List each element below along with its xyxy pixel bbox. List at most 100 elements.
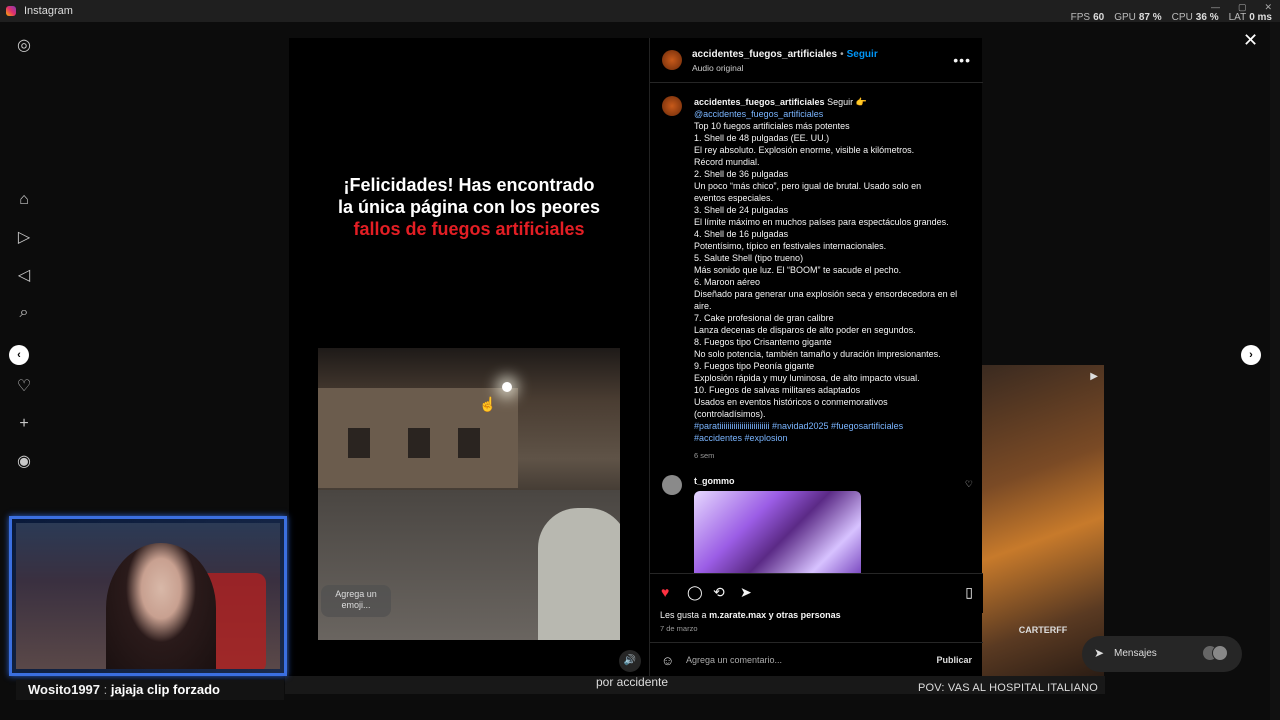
webcam-overlay [9,516,287,676]
caption-line: Más sonido que luz. El “BOOM” te sacude … [694,265,902,275]
repost-icon[interactable]: ⟲ [713,584,725,601]
reel-icon: ▶ [1090,371,1098,382]
caption-line: aire. [694,301,712,311]
caption-line: 4. Shell de 16 pulgadas [694,229,789,239]
likes-user[interactable]: m.zarate.max [709,610,766,620]
explore-icon[interactable]: ◁ [14,266,34,286]
publish-button[interactable]: Publicar [936,655,972,665]
commenter-username[interactable]: t_gommo [694,476,735,486]
caption-line: (controladísimos). [694,409,766,419]
caption-hashtags[interactable]: #paratiiiiiiiiiiiiiiiiiiiiiiiii #navidad… [694,420,969,432]
street-lamp [502,382,512,392]
chat-text: jajaja clip forzado [110,682,220,697]
gpu-label: GPU [1114,12,1136,23]
messages-label: Mensajes [1114,648,1157,659]
comment-like-icon[interactable]: ♡ [965,479,973,490]
caption-hashtags[interactable]: #accidentes #explosion [694,432,969,444]
create-icon[interactable]: + [14,414,34,434]
mute-icon[interactable]: 🔊 [619,650,641,672]
caption-line: No solo potencia, también tamaño y durac… [694,349,941,359]
video-window [348,428,370,458]
chat-username: Wosito1997 [28,682,101,697]
caption-line: Usados en eventos históricos o conmemora… [694,397,888,407]
caption-line: Un poco “más chico”, pero igual de bruta… [694,181,922,191]
cpu-label: CPU [1171,12,1193,23]
caption-line: 10. Fuegos de salvas militares adaptados [694,385,861,395]
bookmark-icon[interactable]: ▯ [965,584,973,601]
background-reel-thumbnail[interactable]: ▶ CARTERFF [982,365,1104,677]
thumbnail-watermark: CARTERFF [1018,625,1068,635]
comment-input[interactable] [686,652,916,668]
caption-line: 5. Salute Shell (tipo trueno) [694,253,804,263]
gpu-value: 87 % [1138,12,1162,23]
caption-line: Potentísimo, típico en festivales intern… [694,241,887,251]
close-icon[interactable]: ✕ [1243,30,1258,51]
audio-label[interactable]: Audio original [692,63,744,73]
caption-line: 7. Cake profesional de gran calibre [694,313,834,323]
like-heart-icon[interactable]: ♥ [661,584,669,600]
instagram-icon[interactable]: ◎ [14,36,34,56]
reels-icon[interactable]: ▷ [14,228,34,248]
fps-value: 60 [1093,12,1105,23]
caption-line: Explosión rápida y muy luminosa, de alto… [694,373,920,383]
author-avatar[interactable] [662,50,682,70]
author-avatar[interactable] [662,96,682,116]
background-caption: por accidente [596,675,669,689]
caption-mention[interactable]: @accidentes_fuegos_artificiales [694,108,969,120]
caption-timestamp: 6 sem [694,451,715,460]
emoji-picker-icon[interactable]: ☺ [661,653,674,668]
headline-line-highlight: fallos de fuegos artificiales [353,219,585,239]
caption-line: El límite máximo en muchos países para e… [694,217,949,227]
caption-line: 2. Shell de 36 pulgadas [694,169,789,179]
messages-avatars [1202,645,1230,661]
commenter-avatar[interactable] [662,475,682,495]
window-title: Instagram [24,5,73,17]
caption-username[interactable]: accidentes_fuegos_artificiales [694,97,825,107]
fps-label: FPS [1070,12,1091,23]
likes-summary: Les gusta a m.zarate.max y otras persona… [660,610,841,620]
next-post-button[interactable]: › [1241,345,1261,365]
previous-post-button[interactable]: ‹ [9,345,29,365]
video-window [458,428,480,458]
follow-button[interactable]: Seguir [847,49,878,60]
video-window [408,428,430,458]
cpu-value: 36 % [1195,12,1219,23]
comment-icon[interactable]: ◯ [687,584,703,601]
notifications-icon[interactable]: ♡ [14,377,34,397]
emoji-reaction-button[interactable]: Agrega un emoji... [321,585,391,617]
caption-line: El rey absoluto. Explosión enorme, visib… [694,145,915,155]
search-icon[interactable]: ⌕ [14,303,34,323]
avatar [1212,645,1228,661]
post-side-panel: accidentes_fuegos_artificiales • Seguir Au… [649,38,983,676]
author-username[interactable]: accidentes_fuegos_artificiales [692,49,837,60]
likes-suffix[interactable]: y otras personas [769,610,841,620]
caption-line: eventos especiales. [694,193,774,203]
webcam-person [106,543,216,669]
instagram-app-icon [6,6,16,16]
reel-video[interactable]: ¡Felicidades! Has encontrado la única pá… [289,38,649,676]
messages-button[interactable]: ➤ Mensajes [1082,636,1242,672]
performance-overlay: FPS 60 GPU 87 % CPU 36 % LAT 0 ms [1071,12,1272,23]
lat-value: 0 ms [1249,12,1272,23]
caption-line: Récord mundial. [694,157,760,167]
post-header: accidentes_fuegos_artificiales • Seguir Au… [650,38,983,83]
comment-gif[interactable] [694,491,861,573]
profile-icon[interactable]: ◉ [14,452,34,472]
send-icon[interactable]: ➤ [740,584,752,601]
post-actions: ♥ ◯ ⟲ ➤ ▯ [650,573,983,613]
more-options-icon[interactable]: ••• [953,52,971,68]
headline-line: ¡Felicidades! Has encontrado [343,175,595,195]
comment-bar: ☺ Publicar [650,642,983,676]
caption-line: 8. Fuegos tipo Crisantemo gigante [694,337,832,347]
scrollbar[interactable] [1270,22,1280,720]
separator-dot: • [840,49,844,60]
home-icon[interactable]: ⌂ [14,190,34,210]
video-person [538,508,620,640]
send-icon: ➤ [1094,646,1105,660]
post-date: 7 de marzo [660,624,698,633]
caption-body: accidentes_fuegos_artificiales Seguir 👉 … [694,96,969,462]
mouse-cursor-icon: ☝ [479,396,497,412]
chat-separator: : [103,682,108,697]
background-caption: POV: VAS AL HOSPITAL ITALIANO [918,682,1099,694]
caption-follow[interactable]: Seguir 👉 [827,97,867,107]
